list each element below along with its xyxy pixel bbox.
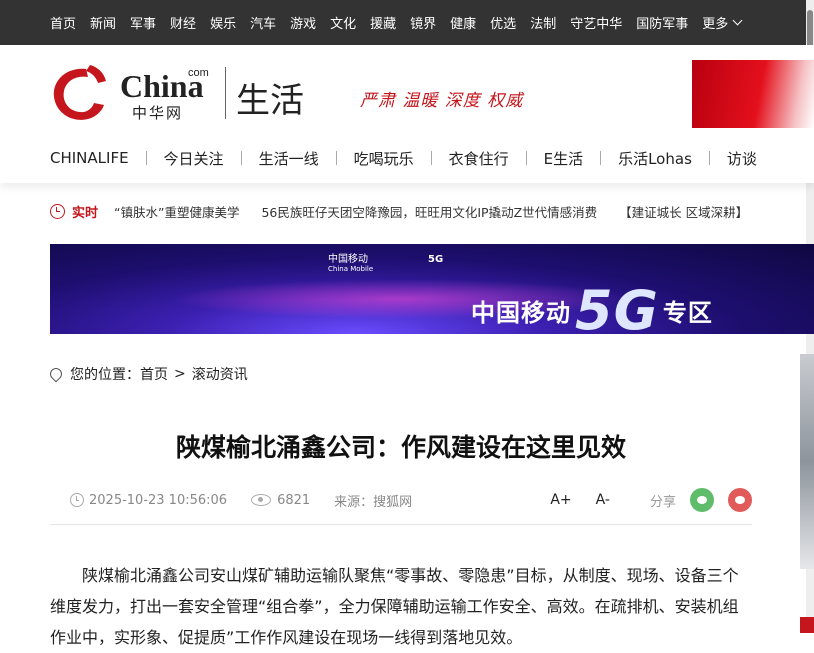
subnav-item-frontline[interactable]: 生活一线	[259, 148, 319, 169]
top-nav-item-heritage[interactable]: 守艺中华	[570, 13, 622, 32]
clock-icon	[50, 203, 65, 219]
subnav-item-living[interactable]: 衣食住行	[449, 148, 509, 169]
chevron-down-icon	[732, 15, 743, 26]
channel-title: 生活	[236, 81, 304, 121]
ticker-item[interactable]: 56民族旺仔天团空降豫园，旺旺用文化IP撬动Z世代情感消费	[261, 202, 597, 221]
top-nav-item-entertainment[interactable]: 娱乐	[210, 13, 236, 32]
wechat-share-button[interactable]	[690, 488, 714, 512]
meta-divider	[50, 524, 752, 525]
subnav-divider	[430, 151, 432, 165]
top-nav-item-news[interactable]: 新闻	[90, 13, 116, 32]
subnav-item-chinalife[interactable]: CHINALIFE	[50, 149, 129, 167]
breadcrumb-prefix: 您的位置：	[70, 367, 140, 383]
time-icon	[70, 493, 84, 507]
ad-5g-tag: 5G	[428, 254, 444, 265]
subnav-divider	[525, 151, 527, 165]
china-com-logo[interactable]: China com 中华网	[50, 61, 222, 125]
top-nav-item-lens[interactable]: 镜界	[410, 13, 436, 32]
article-title: 陕煤榆北涌鑫公司：作风建设在这里见效	[175, 433, 626, 462]
logo-divider	[225, 67, 226, 119]
breadcrumb-section-link[interactable]: 滚动资讯	[192, 364, 248, 384]
share-label: 分享	[649, 494, 676, 510]
eye-icon	[251, 494, 272, 506]
top-nav-item-auto[interactable]: 汽车	[250, 13, 276, 32]
site-slogan: 严肃 温暖 深度 权威	[360, 91, 524, 111]
location-pin-icon	[47, 365, 65, 383]
top-nav-item-finance[interactable]: 财经	[170, 13, 196, 32]
ticker-item[interactable]: 【建证城长 区域深耕】	[619, 202, 748, 221]
breadcrumb-arrow: >	[174, 366, 186, 382]
logo-com: com	[188, 67, 209, 79]
article-source: 来源：搜狐网	[334, 494, 413, 510]
logo-cn-text: 中华网	[132, 104, 183, 122]
subnav-item-e-life[interactable]: E生活	[544, 148, 583, 169]
top-nav-list: 首页 新闻 军事 财经 娱乐 汽车 游戏 文化 援藏 镜界 健康 优选 法制 守…	[0, 0, 814, 45]
china-mobile-brand-cn: 中国移动	[328, 254, 368, 265]
top-nav-item-games[interactable]: 游戏	[290, 13, 316, 32]
ad-headline: 中国移动5G 专区	[471, 279, 713, 334]
china-mobile-logo: 中国移动 China Mobile	[328, 250, 373, 273]
top-nav-item-law[interactable]: 法制	[530, 13, 556, 32]
top-nav-item-health[interactable]: 健康	[450, 13, 476, 32]
article-views: 6821	[277, 492, 311, 508]
font-decrease-button[interactable]: A-	[596, 492, 610, 508]
ticker-list: “镇肤水”重塑健康美学 56民族旺仔天团空降豫园，旺旺用文化IP撬动Z世代情感消…	[114, 202, 770, 221]
china-mobile-5g-ad[interactable]: 中国移动 China Mobile 5G 中国移动5G 专区	[50, 244, 814, 334]
header-ad-banner[interactable]	[692, 60, 814, 128]
subnav-item-today-focus[interactable]: 今日关注	[164, 148, 224, 169]
article-meta: 2025-10-23 10:56:06 6821 来源：搜狐网 A+ A- 分享	[70, 488, 752, 512]
subnav-divider	[600, 151, 602, 165]
channel-subnav: CHINALIFE 今日关注 生活一线 吃喝玩乐 衣食住行 E生活 乐活Loha…	[50, 147, 757, 169]
top-nav-item-culture[interactable]: 文化	[330, 13, 356, 32]
breadcrumb-home-link[interactable]: 首页	[140, 364, 168, 384]
logo-graphic: China com 中华网	[53, 65, 209, 122]
wechat-icon	[697, 496, 707, 504]
china-mobile-brand-en: China Mobile	[328, 265, 374, 273]
sidebar-image[interactable]	[800, 354, 814, 569]
top-nav-item-defense[interactable]: 国防军事	[636, 13, 688, 32]
realtime-label: 实时	[72, 205, 99, 221]
top-nav-bar: 首页 新闻 军事 财经 娱乐 汽车 游戏 文化 援藏 镜界 健康 优选 法制 守…	[0, 0, 814, 45]
font-increase-button[interactable]: A+	[550, 492, 571, 508]
top-nav-item-tibet-aid[interactable]: 援藏	[370, 13, 396, 32]
realtime-ticker: 实时 “镇肤水”重塑健康美学 56民族旺仔天团空降豫园，旺旺用文化IP撬动Z世代…	[50, 197, 814, 225]
article-body-paragraph: 陕煤榆北涌鑫公司安山煤矿辅助运输队聚焦“零事故、零隐患”目标，从制度、现场、设备…	[50, 566, 739, 647]
ticker-item[interactable]: “镇肤水”重塑健康美学	[114, 202, 239, 221]
top-nav-item-home[interactable]: 首页	[50, 13, 76, 32]
subnav-item-interview[interactable]: 访谈	[727, 148, 757, 169]
subnav-item-lohas[interactable]: 乐活Lohas	[618, 148, 692, 169]
subnav-divider	[335, 151, 337, 165]
ad-headline-right: 专区	[662, 299, 713, 327]
breadcrumb: 您的位置： 首页 > 滚动资讯	[47, 364, 248, 384]
sidebar-red-block	[800, 617, 814, 633]
ad-headline-big: 5G	[575, 279, 659, 334]
subnav-divider	[240, 151, 242, 165]
subnav-divider	[708, 151, 710, 165]
more-label: 更多	[702, 17, 729, 32]
weibo-share-button[interactable]	[728, 488, 752, 512]
ad-headline-left: 中国移动	[471, 299, 571, 327]
subnav-item-food-fun[interactable]: 吃喝玩乐	[354, 148, 414, 169]
top-nav-more-button[interactable]: 更多	[702, 13, 743, 32]
site-header: China com 中华网 生活 严肃 温暖 深度 权威 CHINALIFE 今…	[0, 45, 814, 183]
top-nav-item-military[interactable]: 军事	[130, 13, 156, 32]
weibo-icon	[735, 496, 745, 504]
article-datetime: 2025-10-23 10:56:06	[89, 492, 228, 508]
subnav-divider	[145, 151, 147, 165]
top-nav-item-selection[interactable]: 优选	[490, 13, 516, 32]
